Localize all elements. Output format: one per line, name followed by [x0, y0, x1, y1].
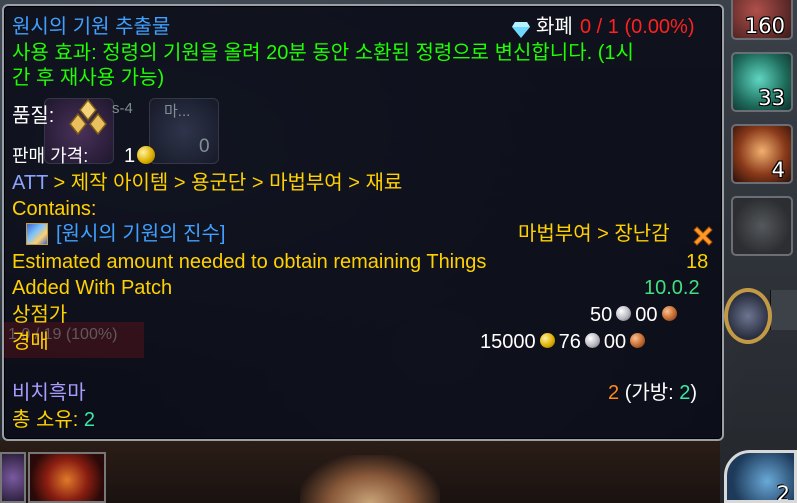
- bag-value: 2: [679, 382, 691, 404]
- currency-value: 0 / 1 (0.00%): [580, 16, 695, 38]
- vendor-price-label: 상점가: [12, 304, 68, 326]
- primal-essence-icon: [26, 223, 48, 245]
- gold-diamond-quality-icon: [69, 98, 107, 136]
- count-value: 2: [608, 382, 620, 404]
- orange-x-icon: [693, 226, 713, 246]
- total-value: 2: [83, 409, 95, 431]
- silver-coin-icon: [616, 306, 632, 322]
- bag-suffix: ): [690, 382, 698, 404]
- contains-item-link[interactable]: [원시의 기원의 진수]: [56, 222, 225, 246]
- silver-coin-icon: [584, 333, 600, 349]
- estimated-value: 18: [686, 251, 709, 273]
- copper-coin-icon: [661, 306, 677, 322]
- action-button-2[interactable]: 33: [731, 52, 793, 112]
- auction-silver: 76: [558, 331, 581, 353]
- action-button-1[interactable]: 160: [731, 0, 793, 40]
- vendor-copper: 00: [635, 304, 658, 326]
- gold-coin-icon: [137, 145, 156, 164]
- side-panel-tab[interactable]: [770, 290, 797, 330]
- quality-label: 품질:: [12, 105, 55, 127]
- gold-coin-icon: [539, 333, 555, 349]
- item-count: 160: [744, 14, 785, 38]
- bag-prefix: (가방:: [624, 382, 680, 404]
- auction-price-value: 15000 76 00: [480, 330, 649, 354]
- minimap-badge[interactable]: [724, 288, 772, 344]
- total-owned: 총 소유: 2: [12, 408, 95, 432]
- item-count: 2: [776, 482, 790, 503]
- item-count: 4: [771, 158, 785, 182]
- ghost-label: s-4: [112, 100, 133, 117]
- use-effect-text: 사용 효과: 정령의 기원을 올려 20분 동안 소환된 정령으로 변신합니다.…: [12, 42, 634, 64]
- use-effect-text-cont: 간 후 재사용 가능): [12, 67, 165, 89]
- item-count: 33: [758, 86, 785, 110]
- creature-silhouette: [300, 455, 440, 503]
- bottom-buff-icon[interactable]: [0, 452, 26, 503]
- item-tooltip: s-4 마... 0 1 0 / 19 (100%) 원시의 기원 추출물 화폐…: [2, 4, 724, 441]
- action-button-4[interactable]: [731, 196, 793, 256]
- total-label: 총 소유:: [12, 409, 84, 431]
- att-path-rest: > 제작 아이템 > 용군단 > 마법부여 > 재료: [47, 172, 403, 194]
- blue-diamond-icon: [512, 22, 530, 38]
- auction-copper: 00: [603, 331, 627, 353]
- ghost-label: 마...: [164, 103, 191, 120]
- target-portrait[interactable]: [28, 452, 106, 503]
- contains-category: 마법부여 > 장난감: [518, 223, 670, 245]
- auction-gold: 15000: [480, 331, 536, 353]
- sell-price-amount: 1: [124, 145, 136, 167]
- character-name: 비치흑마: [12, 382, 86, 404]
- contains-label: Contains:: [12, 198, 97, 220]
- att-path: ATT > 제작 아이템 > 용군단 > 마법부여 > 재료: [12, 171, 402, 195]
- sell-price-label: 판매 가격:: [12, 146, 89, 166]
- auction-price-label: 경매: [12, 331, 49, 353]
- att-prefix: ATT: [12, 172, 48, 194]
- copper-coin-icon: [630, 333, 646, 349]
- added-patch-value: 10.0.2: [644, 277, 700, 299]
- vendor-silver: 50: [590, 304, 613, 326]
- item-title: 원시의 기원 추출물: [12, 16, 171, 38]
- estimated-label: Estimated amount needed to obtain remain…: [12, 251, 487, 273]
- sell-price-value: 1: [124, 144, 159, 168]
- character-count: 2 (가방: 2): [608, 381, 697, 405]
- currency-label: 화폐: [536, 16, 573, 38]
- added-patch-label: Added With Patch: [12, 277, 173, 299]
- vendor-price-value: 50 00: [590, 303, 681, 327]
- corner-action-button[interactable]: 2: [724, 450, 797, 503]
- ghost-label: 0: [199, 136, 210, 157]
- action-button-3[interactable]: 4: [731, 124, 793, 184]
